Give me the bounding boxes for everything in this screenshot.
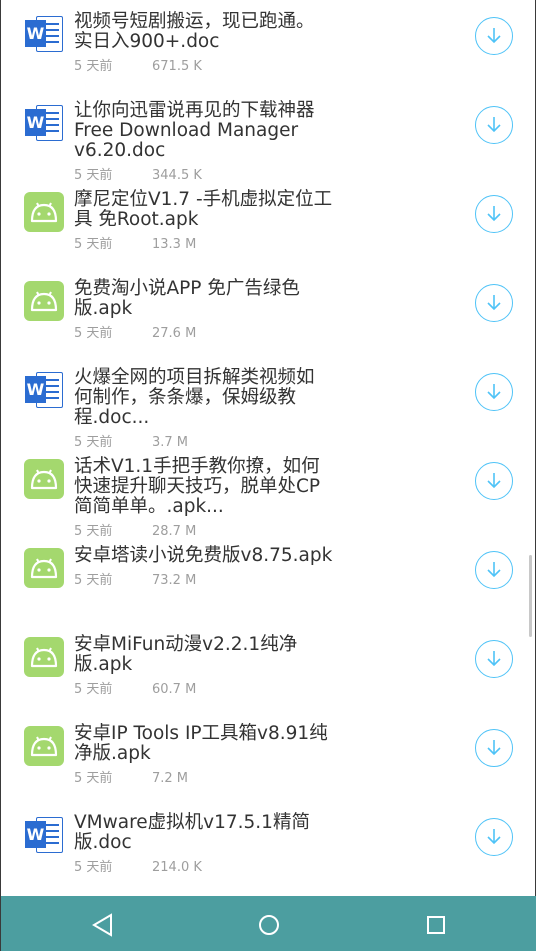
file-size: 214.0 K: [152, 860, 202, 875]
download-button[interactable]: [475, 17, 513, 55]
file-date: 5 天前: [74, 682, 113, 697]
file-size: 27.6 M: [152, 326, 197, 341]
file-name: VMware虚拟机v17.5.1精简 版.doc: [74, 812, 310, 853]
android-icon: [24, 459, 64, 499]
list-item[interactable]: W 让你向迅雷说再见的下载神器 Free Download Manager v6.…: [1, 89, 536, 183]
android-icon: [24, 548, 64, 588]
word-icon: W: [24, 815, 64, 855]
download-icon: [487, 206, 501, 222]
android-icon: [24, 281, 64, 321]
download-icon: [487, 295, 501, 311]
android-icon: [24, 637, 64, 677]
home-icon[interactable]: [255, 911, 283, 939]
download-button[interactable]: [475, 284, 513, 322]
file-date: 5 天前: [74, 59, 113, 74]
download-button[interactable]: [475, 462, 513, 500]
recents-icon[interactable]: [422, 911, 450, 939]
file-name: 话术V1.1手把手教你撩，如何 快速提升聊天技巧，脱单处CP 简简单单。.apk…: [74, 456, 321, 517]
list-item[interactable]: 话术V1.1手把手教你撩，如何 快速提升聊天技巧，脱单处CP 简简单单。.apk…: [1, 445, 536, 539]
file-name: 安卓MiFun动漫v2.2.1纯净 版.apk: [74, 634, 298, 675]
file-name: 摩尼定位V1.7 -手机虚拟定位工 具 免Root.apk: [74, 189, 333, 230]
file-size: 60.7 M: [152, 682, 197, 697]
download-icon: [487, 28, 501, 44]
file-meta: 5 天前 7.2 M: [74, 767, 188, 786]
download-icon: [487, 740, 501, 756]
list-item[interactable]: W 视频号短剧搬运，现已跑通。 实日入900+.doc 5 天前 671.5 K: [1, 0, 536, 89]
list-item[interactable]: 安卓MiFun动漫v2.2.1纯净 版.apk 5 天前 60.7 M: [1, 623, 536, 712]
list-item[interactable]: W VMware虚拟机v17.5.1精简 版.doc 5 天前 214.0 K: [1, 801, 536, 890]
download-button[interactable]: [475, 106, 513, 144]
file-list: 5 天前6.3 MW视频号短剧搬运，现已跑通。 实日入900+.doc5 天前6…: [1, 0, 536, 890]
file-date: 5 天前: [74, 771, 113, 786]
scrollbar[interactable]: [529, 555, 532, 637]
list-item[interactable]: 免费淘小说APP 免广告绿色 版.apk 5 天前 27.6 M: [1, 267, 536, 356]
file-meta: 5 天前 13.3 M: [74, 233, 196, 252]
file-meta: 5 天前 214.0 K: [74, 856, 202, 875]
file-size: 671.5 K: [152, 59, 202, 74]
file-date: 5 天前: [74, 237, 113, 252]
download-button[interactable]: [475, 818, 513, 856]
download-button[interactable]: [475, 195, 513, 233]
back-icon[interactable]: [89, 911, 117, 939]
file-size: 7.2 M: [152, 771, 189, 786]
list-item[interactable]: W 火爆全网的项目拆解类视频如 何制作，条条爆，保姆级教 程.doc... 5 天前…: [1, 356, 536, 450]
android-icon: [24, 726, 64, 766]
file-name: 火爆全网的项目拆解类视频如 何制作，条条爆，保姆级教 程.doc...: [74, 367, 315, 428]
download-button[interactable]: [475, 551, 513, 589]
file-name: 安卓IP Tools IP工具箱v8.91纯 净版.apk: [74, 723, 328, 764]
download-icon: [487, 829, 501, 845]
file-name: 视频号短剧搬运，现已跑通。 实日入900+.doc: [74, 11, 315, 52]
download-button[interactable]: [475, 640, 513, 678]
list-item[interactable]: 安卓塔读小说免费版v8.75.apk 5 天前 73.2 M: [1, 534, 536, 623]
download-icon: [487, 117, 501, 133]
download-button[interactable]: [475, 373, 513, 411]
file-date: 5 天前: [74, 326, 113, 341]
navigation-bar: [1, 896, 536, 951]
word-icon: W: [24, 370, 64, 410]
file-meta: 5 天前 671.5 K: [74, 55, 202, 74]
file-meta: 5 天前 27.6 M: [74, 322, 196, 341]
list-item[interactable]: 摩尼定位V1.7 -手机虚拟定位工 具 免Root.apk 5 天前 13.3 M: [1, 178, 536, 267]
file-date: 5 天前: [74, 860, 113, 875]
file-meta: 5 天前 73.2 M: [74, 569, 196, 588]
file-name: 免费淘小说APP 免广告绿色 版.apk: [74, 278, 300, 319]
file-name: 让你向迅雷说再见的下载神器 Free Download Manager v6.2…: [74, 100, 315, 161]
download-icon: [487, 562, 501, 578]
file-date: 5 天前: [74, 573, 113, 588]
file-name: 安卓塔读小说免费版v8.75.apk: [74, 545, 333, 566]
file-size: 73.2 M: [152, 573, 197, 588]
file-meta: 5 天前 60.7 M: [74, 678, 196, 697]
word-icon: W: [24, 103, 64, 143]
android-icon: [24, 192, 64, 232]
word-icon: W: [24, 14, 64, 54]
download-icon: [487, 384, 501, 400]
download-button[interactable]: [475, 729, 513, 767]
download-icon: [487, 651, 501, 667]
file-size: 13.3 M: [152, 237, 197, 252]
download-icon: [487, 473, 501, 489]
list-item[interactable]: 安卓IP Tools IP工具箱v8.91纯 净版.apk 5 天前 7.2 M: [1, 712, 536, 801]
